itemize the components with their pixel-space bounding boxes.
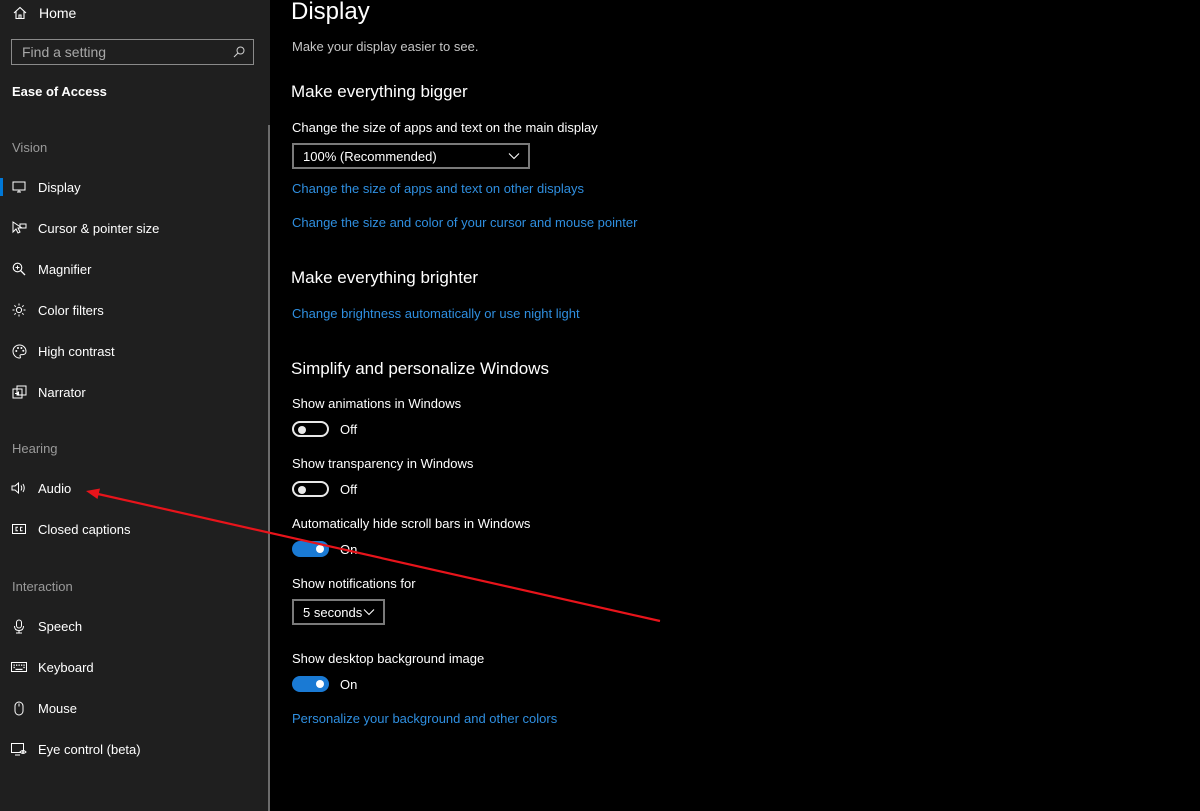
- scrollbars-state: On: [340, 541, 358, 557]
- sidebar-item-label: Narrator: [38, 384, 86, 400]
- transparency-label: Show transparency in Windows: [292, 456, 474, 471]
- sidebar-scrollbar[interactable]: [268, 125, 270, 811]
- transparency-state: Off: [340, 481, 358, 497]
- sidebar-item-label: Color filters: [38, 302, 104, 318]
- animations-toggle-row: Off: [292, 419, 357, 439]
- keyboard-icon: [11, 659, 27, 675]
- toggle-knob: [316, 545, 324, 553]
- sidebar-item-label: Display: [38, 179, 81, 195]
- sidebar-item-magnifier[interactable]: Magnifier: [0, 254, 268, 284]
- sidebar-item-speech[interactable]: Speech: [0, 611, 268, 641]
- sidebar-item-narrator[interactable]: Narrator: [0, 377, 268, 407]
- heading-make-bigger: Make everything bigger: [291, 82, 468, 101]
- sidebar-item-label: Audio: [38, 480, 72, 496]
- sidebar-item-label: Speech: [38, 618, 83, 634]
- sidebar-item-mouse[interactable]: Mouse: [0, 693, 268, 723]
- group-header-vision: Vision: [12, 140, 48, 155]
- sidebar-item-label: High contrast: [38, 343, 115, 359]
- notifications-dropdown-value: 5 seconds: [303, 604, 363, 620]
- group-header-hearing: Hearing: [12, 441, 58, 456]
- animations-state: Off: [340, 421, 358, 437]
- high-contrast-icon: [11, 343, 27, 359]
- cursor-pointer-icon: [11, 220, 27, 236]
- scrollbars-toggle-row: On: [292, 539, 357, 559]
- scale-dropdown[interactable]: 100% (Recommended): [292, 143, 530, 169]
- sidebar-item-display[interactable]: Display: [0, 172, 268, 202]
- magnifier-icon: [11, 261, 27, 277]
- heading-simplify: Simplify and personalize Windows: [291, 359, 549, 378]
- narrator-icon: [11, 384, 27, 400]
- audio-icon: [11, 480, 27, 496]
- search-input[interactable]: [22, 44, 222, 60]
- chevron-down-icon: [363, 609, 375, 616]
- toggle-knob: [316, 680, 324, 688]
- sidebar-item-label: Mouse: [38, 700, 78, 716]
- group-header-interaction: Interaction: [12, 579, 73, 594]
- sidebar-item-color-filters[interactable]: Color filters: [0, 295, 268, 325]
- notifications-dropdown[interactable]: 5 seconds: [292, 599, 385, 625]
- color-filters-icon: [11, 302, 27, 318]
- scrollbars-toggle[interactable]: [292, 541, 329, 557]
- scale-dropdown-value: 100% (Recommended): [303, 148, 437, 164]
- toggle-knob: [298, 426, 306, 434]
- transparency-toggle[interactable]: [292, 481, 329, 497]
- animations-label: Show animations in Windows: [292, 396, 462, 411]
- sidebar-item-label: Eye control (beta): [38, 741, 141, 757]
- microphone-icon: [11, 618, 27, 634]
- display-icon: [11, 179, 27, 195]
- sidebar-item-high-contrast[interactable]: High contrast: [0, 336, 268, 366]
- link-personalize-background[interactable]: Personalize your background and other co…: [292, 711, 557, 726]
- scrollbars-label: Automatically hide scroll bars in Window…: [292, 516, 531, 531]
- background-image-toggle-row: On: [292, 674, 357, 694]
- background-image-label: Show desktop background image: [292, 651, 485, 666]
- animations-toggle[interactable]: [292, 421, 329, 437]
- background-image-state: On: [340, 676, 358, 692]
- sidebar-item-label: Keyboard: [38, 659, 94, 675]
- sidebar-item-label: Magnifier: [38, 261, 92, 277]
- sidebar-item-label: Cursor & pointer size: [38, 220, 160, 236]
- background-image-toggle[interactable]: [292, 676, 329, 692]
- chevron-down-icon: [508, 153, 520, 160]
- mouse-icon: [11, 700, 27, 716]
- home-icon: [13, 6, 27, 20]
- transparency-toggle-row: Off: [292, 479, 357, 499]
- sidebar-item-audio[interactable]: Audio: [0, 473, 268, 503]
- main-content: Display Make your display easier to see.…: [291, 0, 1171, 811]
- scale-label: Change the size of apps and text on the …: [292, 120, 598, 135]
- page-title: Display: [291, 0, 370, 25]
- eye-control-icon: [11, 741, 27, 757]
- heading-make-brighter: Make everything brighter: [291, 268, 479, 287]
- sidebar-item-closed-captions[interactable]: Closed captions: [0, 514, 268, 544]
- link-brightness-night-light[interactable]: Change brightness automatically or use n…: [292, 306, 580, 321]
- closed-captions-icon: [11, 521, 27, 537]
- search-icon[interactable]: [233, 46, 245, 58]
- home-label: Home: [39, 5, 77, 21]
- search-box[interactable]: [11, 39, 254, 65]
- section-title: Ease of Access: [12, 84, 107, 99]
- toggle-knob: [298, 486, 306, 494]
- page-subtitle: Make your display easier to see.: [292, 39, 479, 54]
- sidebar-item-eye-control[interactable]: Eye control (beta): [0, 734, 268, 764]
- sidebar: Home Ease of Access Vision Display Curso…: [0, 0, 270, 811]
- sidebar-item-cursor-pointer-size[interactable]: Cursor & pointer size: [0, 213, 268, 243]
- home-link[interactable]: Home: [12, 5, 76, 21]
- notifications-label: Show notifications for: [292, 576, 416, 591]
- sidebar-item-label: Closed captions: [38, 521, 131, 537]
- link-cursor-size[interactable]: Change the size and color of your cursor…: [292, 215, 637, 230]
- link-other-displays[interactable]: Change the size of apps and text on othe…: [292, 181, 584, 196]
- sidebar-item-keyboard[interactable]: Keyboard: [0, 652, 268, 682]
